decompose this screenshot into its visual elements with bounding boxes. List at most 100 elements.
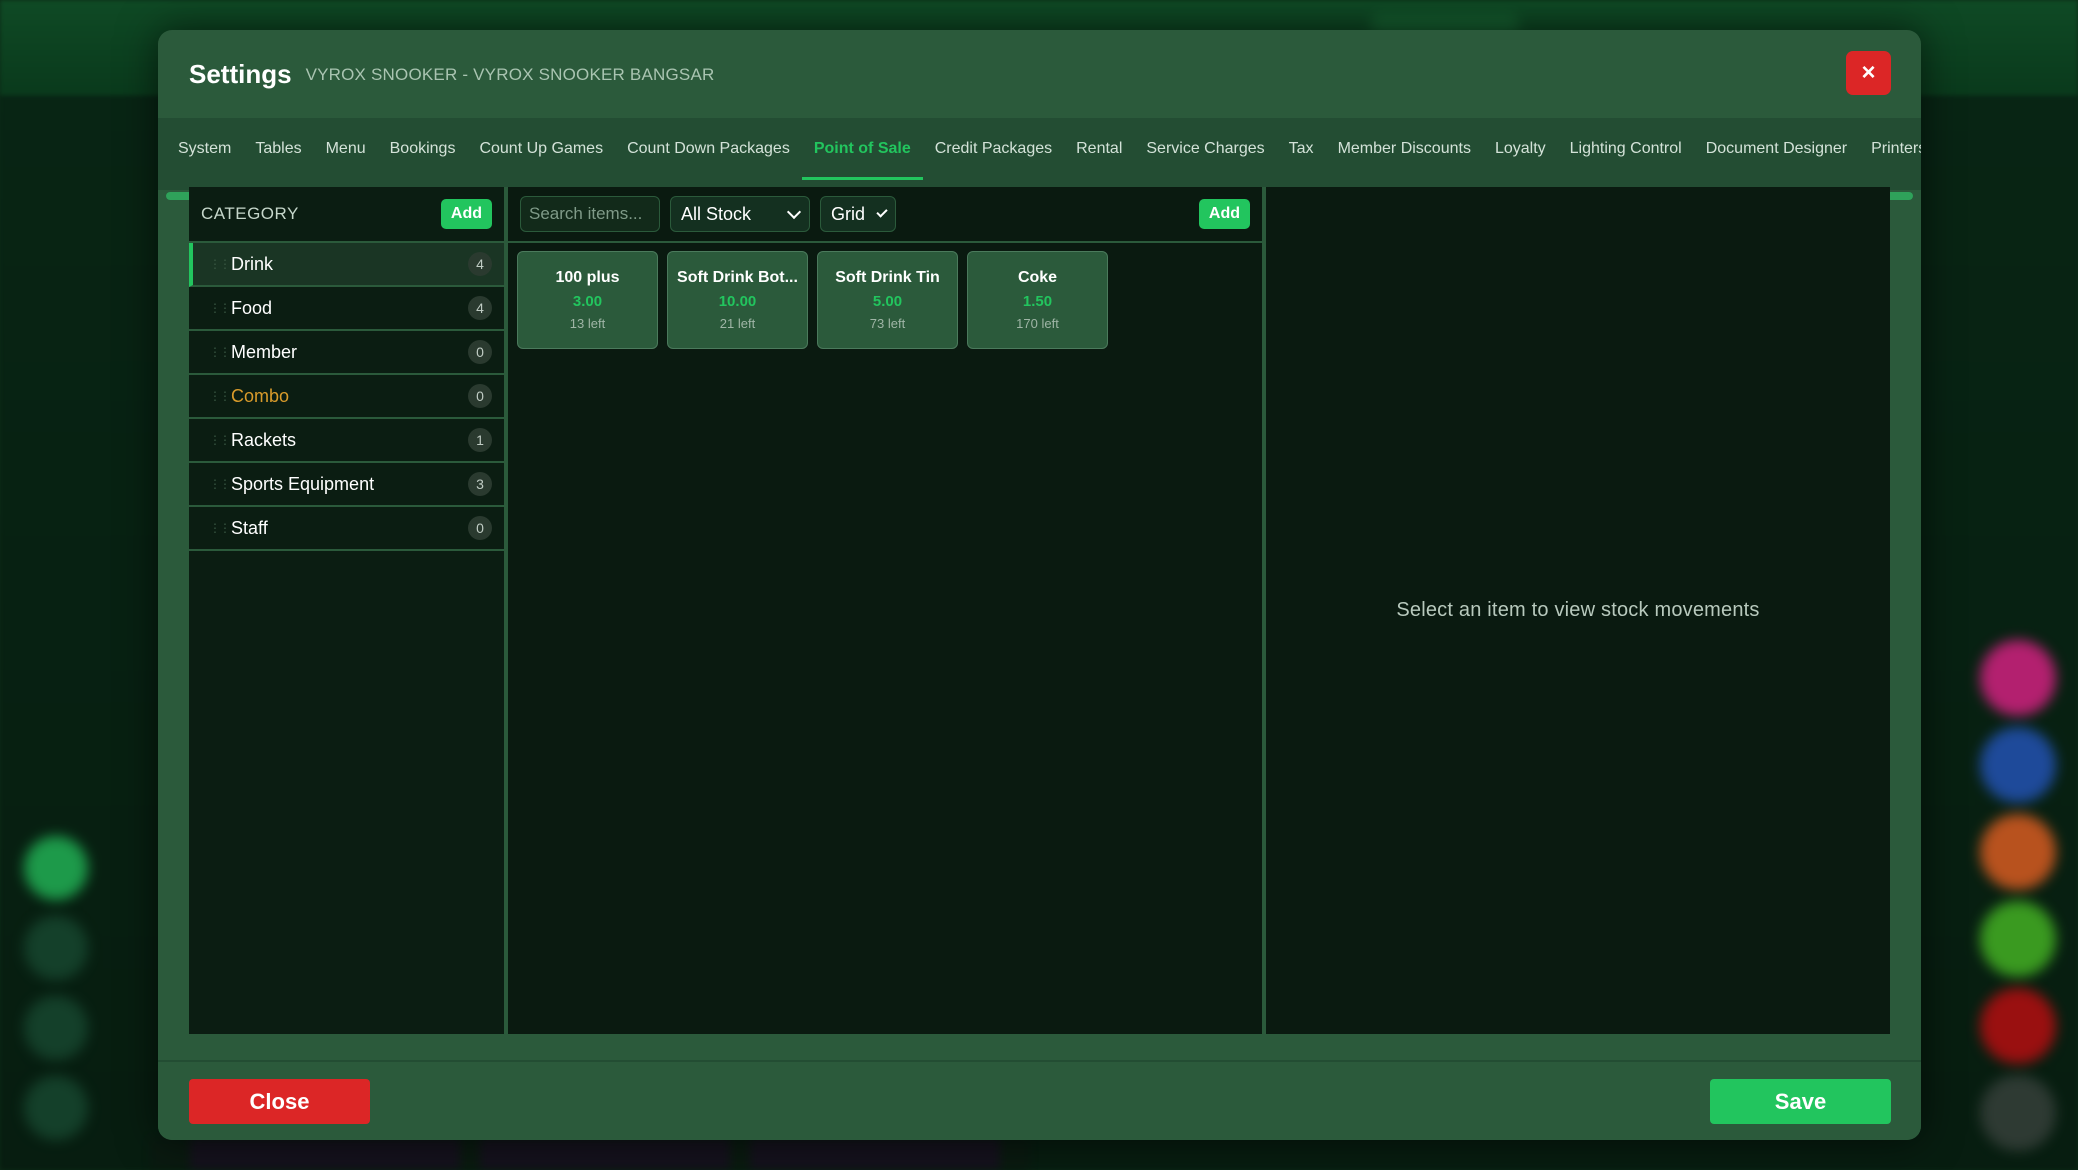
close-modal-button[interactable]: × [1846, 51, 1891, 95]
category-item-drink[interactable]: ⋮⋮ Drink 4 [189, 243, 504, 287]
category-title: CATEGORY [201, 204, 299, 223]
category-label: Food [231, 297, 273, 318]
background-dot [24, 916, 88, 980]
tab-count-up-games[interactable]: Count Up Games [467, 118, 615, 180]
view-mode-value: Grid [831, 203, 866, 224]
tab-bookings[interactable]: Bookings [378, 118, 468, 180]
category-count-badge: 4 [468, 296, 492, 320]
background-dot [1980, 1075, 2056, 1151]
chevron-down-icon [786, 204, 802, 219]
category-item-member[interactable]: ⋮⋮ Member 0 [189, 331, 504, 375]
items-panel: All Stock Grid Add 100 plus 3.00 13 left So… [508, 187, 1266, 1034]
item-price: 3.00 [572, 293, 603, 310]
category-count-badge: 3 [468, 472, 492, 496]
tab-member-discounts[interactable]: Member Discounts [1326, 118, 1483, 180]
search-items-input[interactable] [520, 196, 660, 232]
item-name: 100 plus [555, 269, 620, 286]
category-label: Member [231, 341, 298, 362]
tab-tax[interactable]: Tax [1277, 118, 1326, 180]
stock-movements-empty-text: Select an item to view stock movements [1396, 599, 1760, 621]
drag-handle-icon[interactable]: ⋮⋮ [209, 433, 231, 447]
chevron-down-icon [876, 205, 888, 218]
item-card[interactable]: Coke 1.50 170 left [967, 251, 1108, 349]
item-stock: 170 left [1016, 316, 1059, 331]
category-item-rackets[interactable]: ⋮⋮ Rackets 1 [189, 419, 504, 463]
tab-menu[interactable]: Menu [314, 118, 378, 180]
modal-footer: Close Save [158, 1060, 1921, 1140]
tab-credit-packages[interactable]: Credit Packages [923, 118, 1064, 180]
item-price: 10.00 [718, 293, 757, 310]
stock-filter-value: All Stock [681, 203, 752, 224]
close-icon: × [1861, 59, 1876, 86]
item-card[interactable]: Soft Drink Tin 5.00 73 left [817, 251, 958, 349]
stock-movements-panel: Select an item to view stock movements [1266, 187, 1890, 1034]
tab-document-designer[interactable]: Document Designer [1694, 118, 1859, 180]
tab-loyalty[interactable]: Loyalty [1483, 118, 1558, 180]
item-price: 1.50 [1022, 293, 1053, 310]
item-card[interactable]: Soft Drink Bot... 10.00 21 left [667, 251, 808, 349]
category-list: ⋮⋮ Drink 4 ⋮⋮ Food 4 ⋮⋮ Member 0 ⋮⋮ Combo 0 ⋮⋮ Racket… [189, 243, 504, 551]
item-stock: 13 left [569, 316, 606, 331]
background-dot [1980, 727, 2056, 803]
modal-subtitle: VYROX SNOOKER - VYROX SNOOKER BANGSAR [305, 65, 715, 84]
item-price: 5.00 [872, 293, 903, 310]
pos-settings-content: CATEGORY Add ⋮⋮ Drink 4 ⋮⋮ Food 4 ⋮⋮ Member 0 ⋮⋮ C… [189, 187, 1890, 1034]
category-label: Rackets [231, 429, 297, 450]
drag-handle-icon[interactable]: ⋮⋮ [209, 477, 231, 491]
drag-handle-icon[interactable]: ⋮⋮ [209, 345, 231, 359]
items-grid: 100 plus 3.00 13 left Soft Drink Bot... 10.0… [508, 243, 1262, 357]
background-dot [1980, 901, 2056, 977]
item-name: Coke [1017, 269, 1058, 286]
view-mode-select[interactable]: Grid [820, 196, 896, 232]
settings-tabs: System Tables Menu Bookings Count Up Games Co… [158, 118, 1921, 200]
background-dot [1980, 988, 2056, 1064]
add-category-button[interactable]: Add [440, 199, 492, 229]
item-stock: 21 left [719, 316, 756, 331]
category-label: Drink [231, 253, 274, 274]
background-dot [24, 1076, 88, 1140]
add-item-button[interactable]: Add [1198, 199, 1250, 229]
modal-title: Settings [189, 58, 292, 89]
drag-handle-icon[interactable]: ⋮⋮ [209, 521, 231, 535]
save-button[interactable]: Save [1710, 1079, 1891, 1124]
tab-point-of-sale[interactable]: Point of Sale [801, 118, 923, 180]
close-button[interactable]: Close [189, 1079, 370, 1124]
drag-handle-icon[interactable]: ⋮⋮ [209, 257, 231, 271]
settings-modal: Settings VYROX SNOOKER - VYROX SNOOKER B… [158, 30, 1921, 1140]
category-header: CATEGORY Add [189, 187, 504, 243]
category-count-badge: 0 [468, 516, 492, 540]
category-count-badge: 0 [468, 340, 492, 364]
tab-system[interactable]: System [166, 118, 243, 180]
item-name: Soft Drink Bot... [677, 269, 798, 286]
background-dot [24, 996, 88, 1060]
drag-handle-icon[interactable]: ⋮⋮ [209, 301, 231, 315]
category-item-sports-equipment[interactable]: ⋮⋮ Sports Equipment 3 [189, 463, 504, 507]
item-stock: 73 left [869, 316, 906, 331]
modal-header: Settings VYROX SNOOKER - VYROX SNOOKER B… [158, 30, 1921, 118]
drag-handle-icon[interactable]: ⋮⋮ [209, 389, 231, 403]
background-dot [24, 836, 88, 900]
category-count-badge: 4 [468, 252, 492, 276]
item-card[interactable]: 100 plus 3.00 13 left [517, 251, 658, 349]
background-dot [1980, 640, 2056, 716]
tab-service-charges[interactable]: Service Charges [1134, 118, 1276, 180]
tab-rental[interactable]: Rental [1064, 118, 1134, 180]
category-panel: CATEGORY Add ⋮⋮ Drink 4 ⋮⋮ Food 4 ⋮⋮ Member 0 ⋮⋮ C… [189, 187, 508, 1034]
stock-filter-select[interactable]: All Stock [670, 196, 810, 232]
category-item-staff[interactable]: ⋮⋮ Staff 0 [189, 507, 504, 551]
category-item-food[interactable]: ⋮⋮ Food 4 [189, 287, 504, 331]
background-dot [1980, 814, 2056, 890]
tab-count-down-packages[interactable]: Count Down Packages [615, 118, 802, 180]
category-count-badge: 1 [468, 428, 492, 452]
tab-lighting-control[interactable]: Lighting Control [1558, 118, 1694, 180]
category-item-combo[interactable]: ⋮⋮ Combo 0 [189, 375, 504, 419]
tab-printers[interactable]: Printers [1859, 118, 1921, 180]
item-name: Soft Drink Tin [835, 269, 940, 286]
tab-row: System Tables Menu Bookings Count Up Games Co… [158, 118, 1921, 180]
category-label: Sports Equipment [231, 473, 375, 494]
background-strip [150, 1138, 1030, 1170]
tab-tables[interactable]: Tables [243, 118, 313, 180]
category-label: Staff [231, 517, 268, 538]
items-toolbar: All Stock Grid Add [508, 187, 1262, 243]
category-label: Combo [231, 385, 290, 406]
